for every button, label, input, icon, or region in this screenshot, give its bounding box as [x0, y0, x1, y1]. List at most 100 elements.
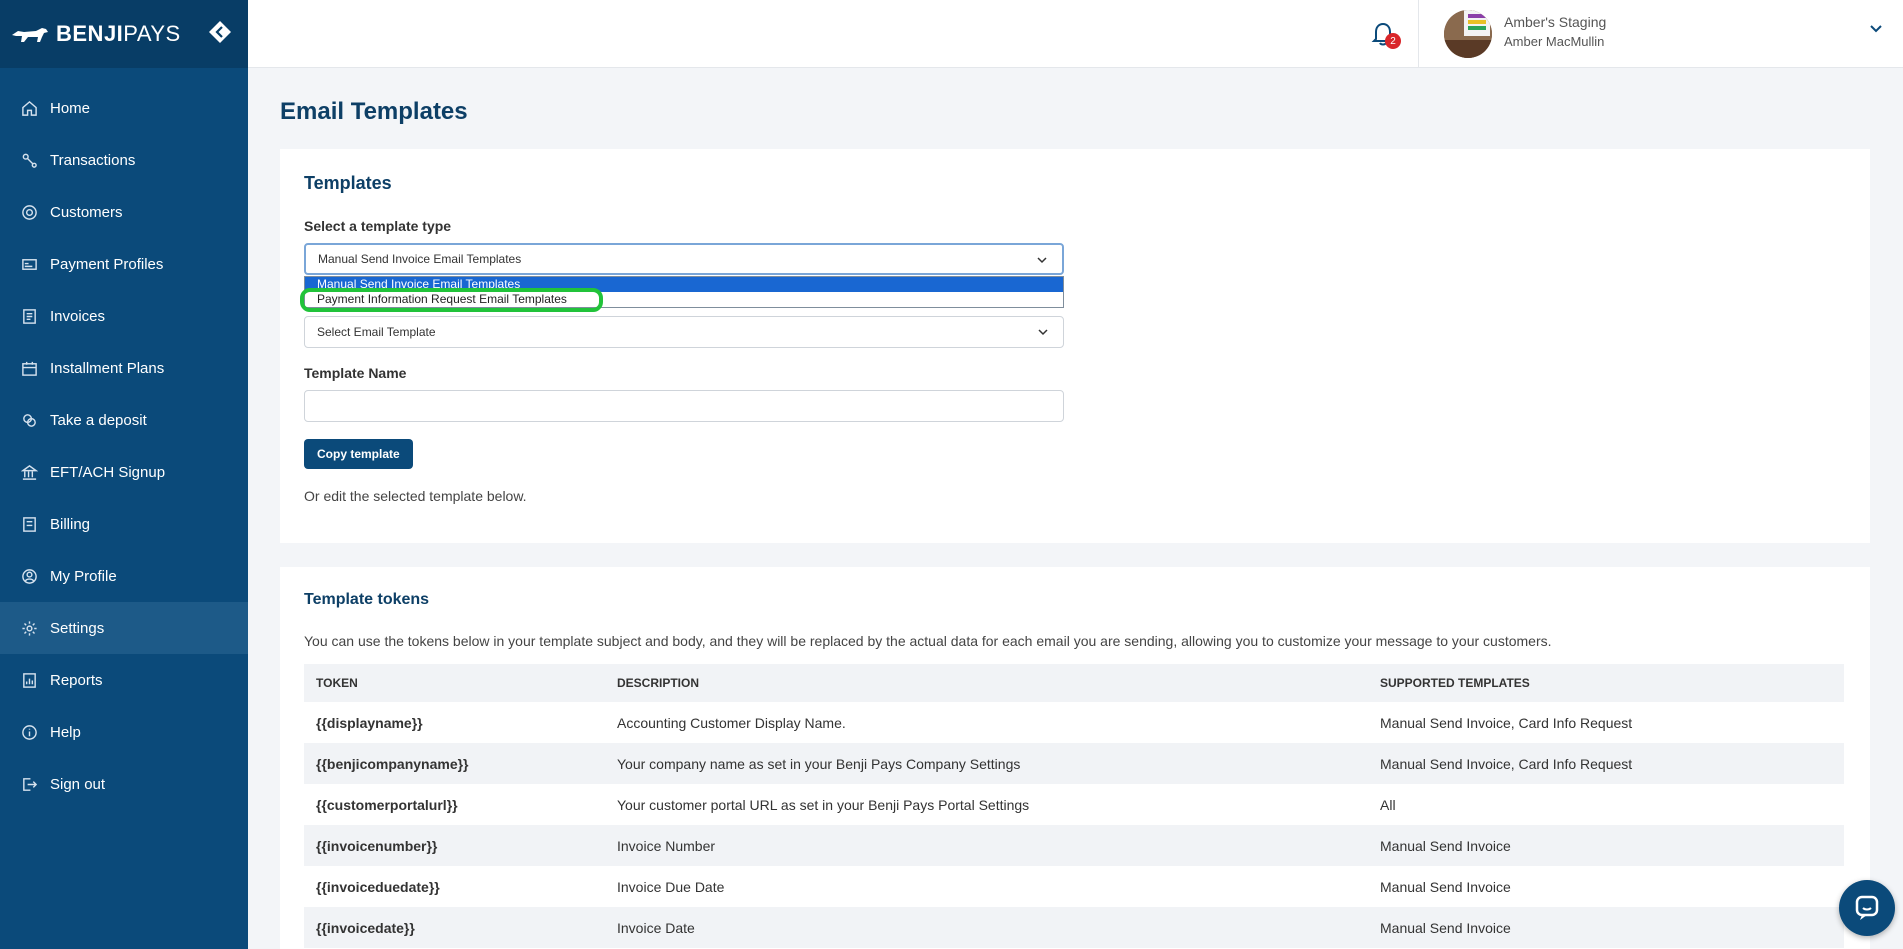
sidebar-nav: Home Transactions Customers Payment Prof… — [0, 68, 248, 810]
bank-icon — [20, 463, 38, 481]
table-row: {{invoiceduedate}} Invoice Due Date Manu… — [304, 866, 1844, 907]
sidebar-item-label: EFT/ACH Signup — [50, 463, 166, 481]
email-template-value: Select Email Template — [317, 325, 436, 339]
sidebar-item-label: Payment Profiles — [50, 255, 164, 273]
sidebar-item-payment-profiles[interactable]: Payment Profiles — [0, 238, 248, 290]
sidebar-item-billing[interactable]: Billing — [0, 498, 248, 550]
sidebar-item-label: Take a deposit — [50, 411, 147, 429]
column-header-supported-templates: SUPPORTED TEMPLATES — [1368, 664, 1844, 702]
calendar-icon — [20, 359, 38, 377]
gear-icon — [20, 619, 38, 637]
sidebar-item-take-a-deposit[interactable]: Take a deposit — [0, 394, 248, 446]
token-cell: {{invoicedate}} — [304, 907, 605, 948]
collapse-sidebar-icon[interactable] — [208, 20, 232, 44]
sidebar-item-my-profile[interactable]: My Profile — [0, 550, 248, 602]
invoices-icon — [20, 307, 38, 325]
token-cell: {{invoicenumber}} — [304, 825, 605, 866]
sidebar-item-sign-out[interactable]: Sign out — [0, 758, 248, 810]
sidebar-item-transactions[interactable]: Transactions — [0, 134, 248, 186]
supported-cell: All — [1380, 796, 1396, 813]
avatar[interactable] — [1444, 10, 1492, 58]
avatar-image — [1444, 10, 1492, 58]
page-title: Email Templates — [280, 98, 468, 125]
dropdown-option-manual-send[interactable]: Manual Send Invoice Email Templates — [305, 277, 1063, 292]
payment-profiles-icon — [20, 255, 38, 273]
sidebar-item-label: Customers — [50, 203, 123, 221]
sidebar-item-label: Home — [50, 99, 91, 117]
sidebar-item-home[interactable]: Home — [0, 82, 248, 134]
sidebar-item-settings[interactable]: Settings — [0, 602, 248, 654]
sidebar-item-label: Transactions — [50, 151, 136, 169]
sidebar-item-label: My Profile — [50, 567, 117, 585]
template-type-value: Manual Send Invoice Email Templates — [318, 252, 522, 266]
sidebar-item-installment-plans[interactable]: Installment Plans — [0, 342, 248, 394]
supported-cell: Manual Send Invoice — [1368, 825, 1844, 866]
tokens-table: TOKEN DESCRIPTION SUPPORTED TEMPLATES {{… — [304, 664, 1844, 948]
table-row: {{customerportalurl}} Your customer port… — [304, 784, 1844, 825]
description-cell: Accounting Customer Display Name. — [617, 714, 846, 731]
billing-icon — [20, 515, 38, 533]
template-type-dropdown: Manual Send Invoice Email Templates Paym… — [304, 276, 1064, 308]
column-header-token: TOKEN — [304, 664, 605, 702]
chevron-down-icon — [1038, 329, 1048, 336]
description-cell: Your company name as set in your Benji P… — [605, 743, 1368, 784]
template-type-label: Select a template type — [304, 218, 452, 234]
sidebar-item-label: Installment Plans — [50, 359, 165, 377]
chevron-down-icon[interactable] — [1868, 20, 1884, 36]
template-type-select[interactable]: Manual Send Invoice Email Templates — [304, 243, 1064, 275]
divider — [1418, 0, 1419, 68]
sidebar-item-eft-ach-signup[interactable]: EFT/ACH Signup — [0, 446, 248, 498]
sidebar-item-invoices[interactable]: Invoices — [0, 290, 248, 342]
sidebar-item-customers[interactable]: Customers — [0, 186, 248, 238]
dropdown-option-payment-info-request[interactable]: Payment Information Request Email Templa… — [305, 292, 1063, 307]
sidebar-item-label: Reports — [50, 671, 103, 689]
tokens-description: You can use the tokens below in your tem… — [304, 633, 1552, 649]
table-row: {{displayname}} Accounting Customer Disp… — [304, 702, 1844, 743]
sidebar-item-label: Invoices — [50, 307, 106, 325]
description-cell: Invoice Number — [605, 825, 1368, 866]
sidebar: BENJIPAYS Home Transactions Customers Pa… — [0, 0, 248, 949]
supported-cell: Manual Send Invoice — [1380, 878, 1511, 895]
chevron-down-icon — [1037, 257, 1047, 264]
brand-logo[interactable]: BENJIPAYS — [10, 21, 181, 47]
description-cell: Invoice Date — [605, 907, 1368, 948]
description-cell: Your customer portal URL as set in your … — [617, 796, 1030, 813]
email-template-select[interactable]: Select Email Template — [304, 316, 1064, 348]
org-name: Amber's Staging — [1504, 14, 1607, 30]
sidebar-item-label: Sign out — [50, 775, 106, 793]
sidebar-item-reports[interactable]: Reports — [0, 654, 248, 706]
template-name-label: Template Name — [304, 365, 407, 381]
sidebar-item-help[interactable]: Help — [0, 706, 248, 758]
description-cell: Invoice Due Date — [617, 878, 725, 895]
top-bar — [248, 0, 1903, 68]
chat-icon — [1855, 895, 1879, 920]
user-name: Amber MacMullin — [1504, 34, 1605, 49]
chat-support-button[interactable] — [1839, 880, 1895, 936]
templates-card: Templates Select a template type Manual … — [280, 149, 1870, 543]
template-name-input[interactable] — [304, 390, 1064, 422]
profile-icon — [20, 567, 38, 585]
supported-cell: Manual Send Invoice — [1368, 907, 1844, 948]
sidebar-item-label: Settings — [50, 619, 105, 637]
sign-out-icon — [20, 775, 38, 793]
table-row: {{benjicompanyname}} Your company name a… — [304, 743, 1844, 784]
customers-icon — [20, 203, 38, 221]
sidebar-item-label: Billing — [50, 515, 91, 533]
home-icon — [20, 99, 38, 117]
brand-name: BENJIPAYS — [56, 21, 181, 46]
deposit-icon — [20, 411, 38, 429]
supported-cell: Manual Send Invoice, Card Info Request — [1368, 743, 1844, 784]
table-row: {{invoicenumber}} Invoice Number Manual … — [304, 825, 1844, 866]
tokens-title: Template tokens — [304, 591, 430, 608]
help-icon — [20, 723, 38, 741]
token-cell: {{customerportalurl}} — [316, 796, 458, 813]
tokens-card: Template tokens You can use the tokens b… — [280, 567, 1870, 949]
token-cell: {{displayname}} — [316, 714, 423, 731]
table-row: {{invoicedate}} Invoice Date Manual Send… — [304, 907, 1844, 948]
copy-template-button[interactable]: Copy template — [304, 439, 413, 469]
notification-badge: 2 — [1385, 33, 1401, 49]
dog-logo-icon — [12, 28, 48, 42]
helper-text: Or edit the selected template below. — [304, 488, 527, 504]
token-cell: {{benjicompanyname}} — [304, 743, 605, 784]
table-header-row: TOKEN DESCRIPTION SUPPORTED TEMPLATES — [304, 664, 1844, 702]
